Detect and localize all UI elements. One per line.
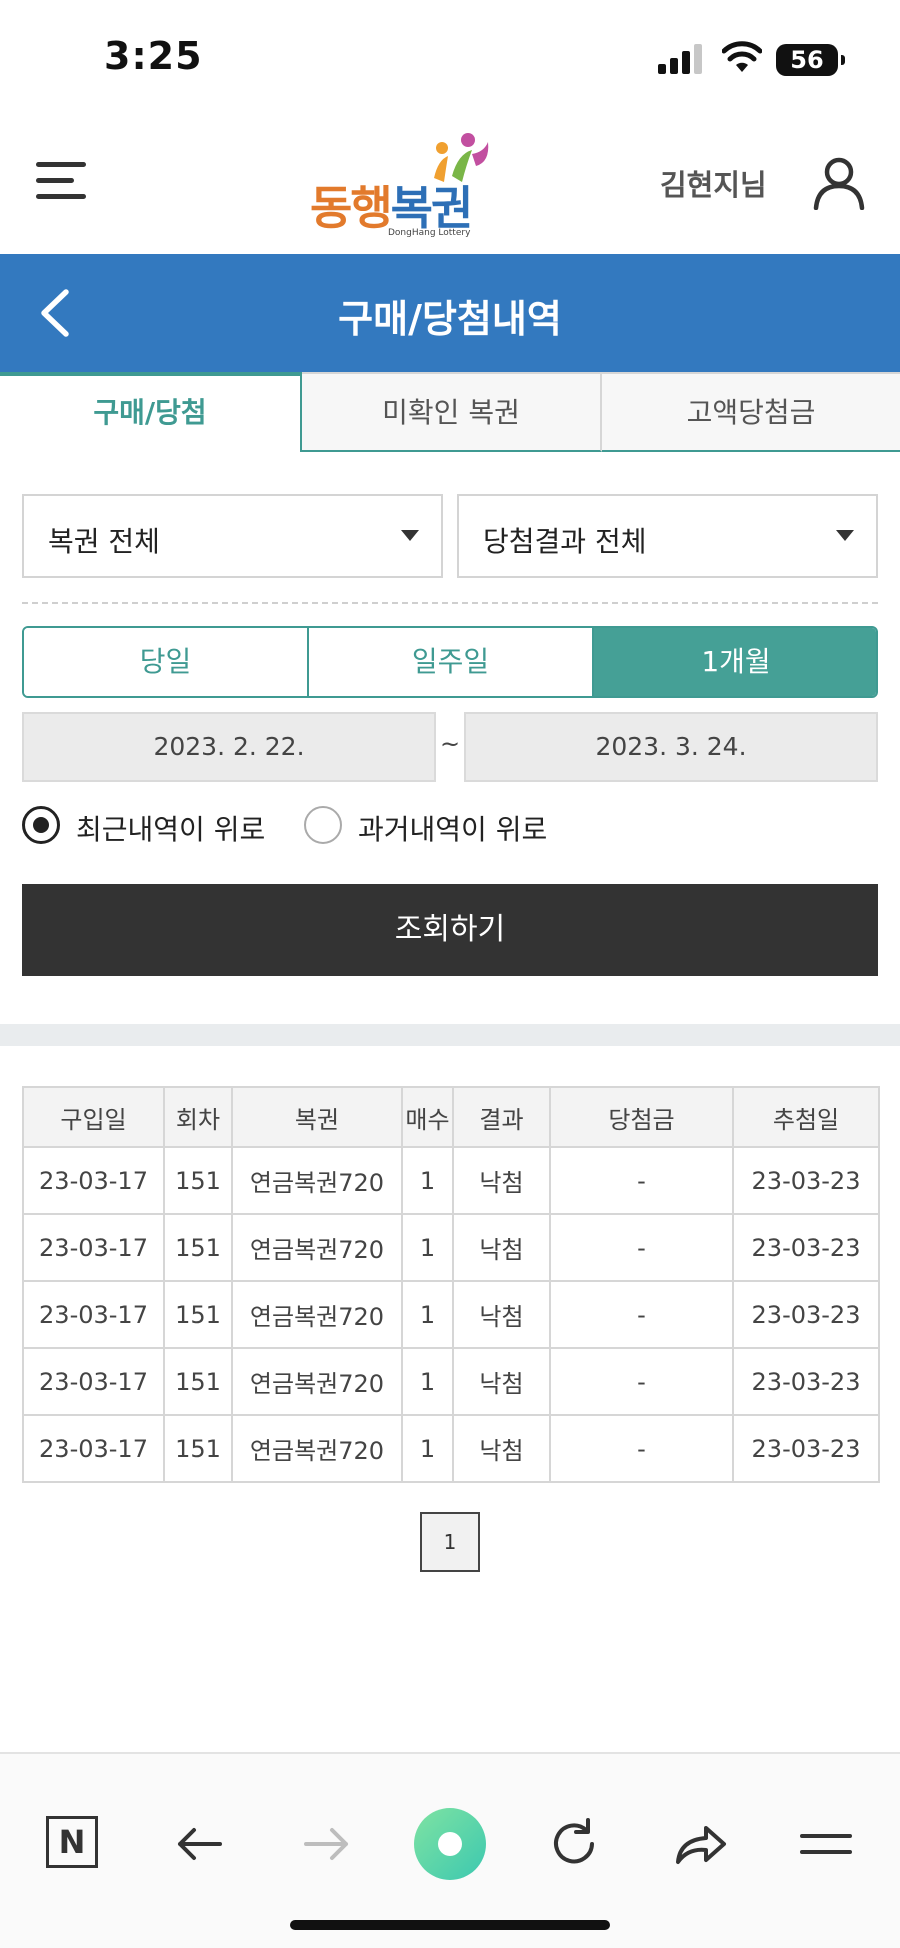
cell-prize: - <box>549 1146 734 1215</box>
col-prize: 당첨금 <box>549 1086 734 1148</box>
cell-result: 낙첨 <box>452 1414 551 1483</box>
cell-result: 낙첨 <box>452 1213 551 1282</box>
table-row[interactable]: 23-03-17 151 연금복권720 1 낙첨 - 23-03-23 <box>22 1146 880 1215</box>
cell-prize: - <box>549 1347 734 1416</box>
logo-subtitle: DongHang Lottery <box>388 228 471 238</box>
cell-lottery: 연금복권720 <box>231 1213 403 1282</box>
naver-home-icon[interactable]: N <box>46 1816 98 1868</box>
table-row[interactable]: 23-03-17 151 연금복권720 1 낙첨 - 23-03-23 <box>22 1414 880 1483</box>
lottery-type-value: 복권 전체 <box>48 525 160 558</box>
win-result-value: 당첨결과 전체 <box>483 525 647 558</box>
browser-toolbar: N <box>0 1752 900 1948</box>
cell-round: 151 <box>163 1414 233 1483</box>
start-date-field[interactable]: 2023. 2. 22. <box>22 712 436 782</box>
cell-purchase-date: 23-03-17 <box>22 1347 165 1416</box>
forward-arrow-icon[interactable] <box>296 1814 356 1874</box>
radio-checked-icon <box>22 806 60 844</box>
cell-round: 151 <box>163 1347 233 1416</box>
col-lottery: 복권 <box>231 1086 403 1148</box>
status-bar: 3:25 56 <box>0 0 900 120</box>
green-dot-icon[interactable] <box>414 1808 486 1880</box>
col-result: 결과 <box>452 1086 551 1148</box>
col-round: 회차 <box>163 1086 233 1148</box>
user-icon[interactable] <box>812 156 866 210</box>
sort-past-label: 과거내역이 위로 <box>358 813 548 846</box>
cell-result: 낙첨 <box>452 1146 551 1215</box>
cell-count: 1 <box>401 1347 454 1416</box>
table-row[interactable]: 23-03-17 151 연금복권720 1 낙첨 - 23-03-23 <box>22 1347 880 1416</box>
tab-unchecked-lottery[interactable]: 미확인 복권 <box>302 372 602 452</box>
table-row[interactable]: 23-03-17 151 연금복권720 1 낙첨 - 23-03-23 <box>22 1280 880 1349</box>
cell-draw-date: 23-03-23 <box>732 1347 880 1416</box>
section-divider <box>0 1024 900 1046</box>
cell-draw-date: 23-03-23 <box>732 1146 880 1215</box>
cell-round: 151 <box>163 1146 233 1215</box>
wifi-icon <box>722 41 762 72</box>
tab-purchase-win[interactable]: 구매/당첨 <box>0 372 302 452</box>
radio-unchecked-icon <box>304 806 342 844</box>
end-date-field[interactable]: 2023. 3. 24. <box>464 712 878 782</box>
cell-round: 151 <box>163 1213 233 1282</box>
cell-purchase-date: 23-03-17 <box>22 1414 165 1483</box>
win-result-select[interactable]: 당첨결과 전체 <box>457 494 878 578</box>
search-button[interactable]: 조회하기 <box>22 884 878 976</box>
page-1-button[interactable]: 1 <box>420 1512 480 1572</box>
logo[interactable]: 동행복권 DongHang Lottery <box>310 132 490 242</box>
status-time: 3:25 <box>104 34 203 78</box>
menu-line-icon <box>36 194 86 199</box>
cell-purchase-date: 23-03-17 <box>22 1146 165 1215</box>
refresh-icon[interactable] <box>544 1814 604 1874</box>
col-purchase-date: 구입일 <box>22 1086 165 1148</box>
home-indicator <box>290 1920 610 1930</box>
cell-lottery: 연금복권720 <box>231 1347 403 1416</box>
period-selector: 당일 일주일 1개월 <box>22 626 878 698</box>
cell-result: 낙첨 <box>452 1280 551 1349</box>
cell-lottery: 연금복권720 <box>231 1280 403 1349</box>
app-header: 동행복권 DongHang Lottery 김현지님 <box>0 120 900 254</box>
tab-high-prize[interactable]: 고액당첨금 <box>602 372 900 452</box>
cell-count: 1 <box>401 1280 454 1349</box>
page-title: 구매/당첨내역 <box>338 297 562 341</box>
sort-recent-label: 최근내역이 위로 <box>76 813 266 846</box>
battery-icon: 56 <box>776 44 845 76</box>
cell-lottery: 연금복권720 <box>231 1414 403 1483</box>
table-row[interactable]: 23-03-17 151 연금복권720 1 낙첨 - 23-03-23 <box>22 1213 880 1282</box>
chevron-down-icon <box>401 530 419 541</box>
cell-prize: - <box>549 1280 734 1349</box>
menu-line-icon <box>36 162 86 167</box>
period-week-button[interactable]: 일주일 <box>309 628 594 696</box>
menu-button[interactable] <box>36 158 86 204</box>
back-arrow-icon[interactable] <box>170 1814 230 1874</box>
period-today-button[interactable]: 당일 <box>24 628 309 696</box>
cell-count: 1 <box>401 1213 454 1282</box>
cell-prize: - <box>549 1414 734 1483</box>
cell-draw-date: 23-03-23 <box>732 1280 880 1349</box>
cell-result: 낙첨 <box>452 1347 551 1416</box>
cell-purchase-date: 23-03-17 <box>22 1213 165 1282</box>
cell-round: 151 <box>163 1280 233 1349</box>
lottery-type-select[interactable]: 복권 전체 <box>22 494 443 578</box>
share-icon[interactable] <box>670 1814 730 1874</box>
cell-count: 1 <box>401 1146 454 1215</box>
divider <box>22 602 878 604</box>
date-separator: ~ <box>440 730 461 758</box>
user-name[interactable]: 김현지님 <box>660 162 767 204</box>
results-table: 구입일 회차 복권 매수 결과 당첨금 추첨일 23-03-17 151 연금복… <box>22 1086 880 1483</box>
title-bar: 구매/당첨내역 <box>0 254 900 372</box>
col-draw-date: 추첨일 <box>732 1086 880 1148</box>
signal-icon <box>658 44 702 74</box>
period-month-button[interactable]: 1개월 <box>594 628 876 696</box>
table-header-row: 구입일 회차 복권 매수 결과 당첨금 추첨일 <box>22 1086 880 1148</box>
menu-line-icon <box>36 178 74 183</box>
chevron-down-icon <box>836 530 854 541</box>
cell-lottery: 연금복권720 <box>231 1146 403 1215</box>
tab-bar: 구매/당첨 미확인 복권 고액당첨금 <box>0 372 900 452</box>
cell-draw-date: 23-03-23 <box>732 1213 880 1282</box>
cell-purchase-date: 23-03-17 <box>22 1280 165 1349</box>
cell-prize: - <box>549 1213 734 1282</box>
more-menu-icon[interactable] <box>796 1814 856 1874</box>
cell-count: 1 <box>401 1414 454 1483</box>
cell-draw-date: 23-03-23 <box>732 1414 880 1483</box>
col-count: 매수 <box>401 1086 454 1148</box>
